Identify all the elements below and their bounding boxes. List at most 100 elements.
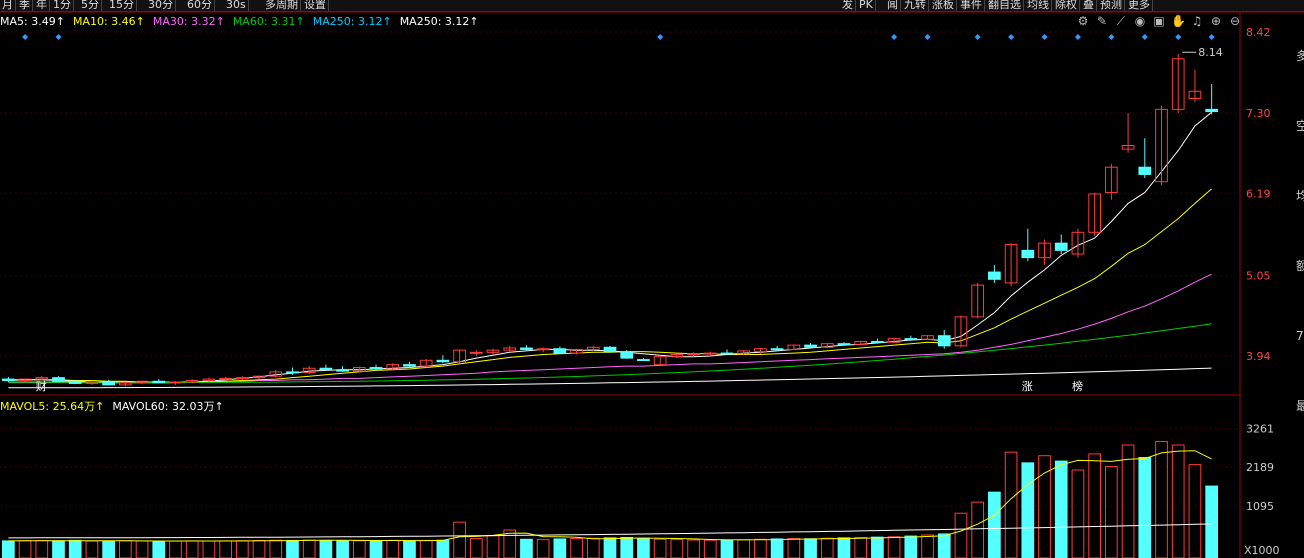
event-diamond — [1208, 34, 1215, 40]
event-diamond — [657, 34, 664, 40]
volume-bar — [135, 540, 149, 558]
candle-body — [988, 271, 1001, 280]
price-tick: 3.94 — [1246, 350, 1271, 363]
event-diamond — [1108, 34, 1115, 40]
price-tick: 7.30 — [1246, 107, 1271, 120]
candle-body — [219, 377, 232, 380]
candle-body — [403, 364, 416, 367]
volume-bar — [586, 537, 600, 558]
volume-bar — [1004, 451, 1018, 558]
zoom-in-icon[interactable]: ⊕ — [1209, 14, 1223, 29]
volume-bar — [185, 540, 199, 558]
candle-body — [1138, 166, 1152, 175]
gift-icon[interactable]: ▣ — [1152, 14, 1166, 29]
volume-bar — [286, 539, 299, 558]
candle-body — [603, 346, 617, 353]
volume-bar — [854, 537, 868, 558]
right-edge-char: 均 — [1296, 189, 1304, 203]
chart-marker: 涨 — [1022, 380, 1033, 393]
volume-bar — [35, 540, 49, 558]
ma_legend-item: MA60: 3.31↑ — [232, 15, 305, 28]
volume-bar — [336, 540, 349, 558]
volume-bar — [1054, 460, 1068, 558]
volume-bar — [202, 540, 216, 558]
ma10-line — [8, 188, 1212, 383]
volume-tick: 3261 — [1246, 423, 1274, 436]
hand-icon[interactable]: ✋ — [1171, 14, 1186, 29]
candle-body — [620, 351, 634, 359]
volume-bar — [1138, 457, 1152, 558]
candle-body — [687, 353, 700, 356]
volume-bar — [436, 539, 450, 558]
candle-body — [837, 343, 851, 346]
volume-bar — [352, 540, 366, 558]
candle-body — [1054, 242, 1068, 251]
volume-bar — [703, 539, 717, 558]
volume-bar — [954, 512, 968, 558]
candle-body — [286, 371, 299, 374]
volume-bar — [804, 538, 817, 558]
event-diamond — [974, 34, 981, 40]
right-edge-char: 空 — [1296, 119, 1304, 133]
chart-tools: ⚙ ✎ ⟋ ◉ ▣ ✋ ♫ ⊕ ⊖ — [1076, 14, 1242, 29]
price-tick: 6.19 — [1246, 187, 1271, 200]
volume-bar — [921, 534, 934, 558]
ma-legend: MA5: 3.49↑ MA10: 3.46↑ MA30: 3.32↑ MA60: 3.… — [0, 15, 487, 28]
candle-body — [235, 377, 249, 380]
ma_legend-item: MA10: 3.46↑ — [72, 15, 145, 28]
volume-bar — [520, 538, 533, 558]
volume-bar — [637, 537, 650, 558]
ruler-icon[interactable]: ⟋ — [1114, 14, 1128, 29]
volume-bar — [536, 539, 550, 558]
candle-body — [152, 380, 166, 384]
volume-bar — [603, 537, 617, 558]
pen-icon[interactable]: ✎ — [1095, 14, 1109, 29]
volume-bar — [887, 536, 901, 558]
candle-body — [336, 369, 349, 372]
chart-marker: 榜 — [1072, 379, 1083, 393]
event-diamond — [1041, 34, 1048, 40]
volume-bar — [653, 538, 667, 558]
volume-bar — [620, 537, 634, 558]
volume-bar — [1121, 444, 1135, 558]
volume-bar — [252, 540, 266, 558]
volume-bar — [419, 539, 433, 558]
volume-bar — [403, 540, 416, 558]
volume-bar — [302, 539, 316, 558]
volume-bar — [2, 540, 15, 558]
volume-bar — [1205, 485, 1218, 558]
kline-chart[interactable]: 8.42 7.30 6.19 5.05 3.94 3261 2189 1095 X1000 多空均… — [0, 0, 1304, 558]
volume-bar — [152, 540, 166, 558]
volume-bar — [68, 539, 82, 558]
right-edge-char: 7 — [1296, 329, 1304, 343]
candle-body — [937, 335, 951, 347]
volume-bar — [235, 540, 249, 558]
volume-bar — [486, 535, 500, 558]
candle-body — [102, 381, 115, 386]
gear-icon[interactable]: ⚙ — [1076, 14, 1090, 29]
ma_legend-item: MA250: 3.12↑ — [312, 15, 392, 28]
candle-body — [319, 367, 333, 371]
event-diamond — [924, 34, 931, 40]
candle-body — [536, 348, 550, 351]
candle-body — [553, 348, 567, 354]
volume-bar — [988, 491, 1001, 558]
eye-icon[interactable]: ◉ — [1133, 14, 1147, 29]
candle-body — [770, 348, 784, 351]
vol_legend-item: MAVOL60: 32.03万↑ — [112, 400, 224, 413]
candle-body — [904, 338, 918, 341]
price-tick: 5.05 — [1246, 270, 1271, 283]
bell-icon[interactable]: ♫ — [1190, 14, 1204, 29]
vol_legend-item: MAVOL5: 25.64万↑ — [0, 400, 105, 413]
candle-body — [804, 344, 817, 348]
volume-bar — [319, 539, 333, 558]
volume-bar — [1188, 464, 1202, 558]
price-tick: 8.42 — [1246, 26, 1271, 39]
right-edge-char: 额 — [1296, 259, 1304, 273]
volume-bar — [118, 540, 132, 558]
chart-marker: 财 — [36, 379, 47, 393]
volume-bar — [820, 537, 834, 558]
zoom-out-icon[interactable]: ⊖ — [1228, 14, 1242, 29]
volume-bar — [1071, 469, 1085, 558]
volume-bar — [102, 540, 115, 558]
